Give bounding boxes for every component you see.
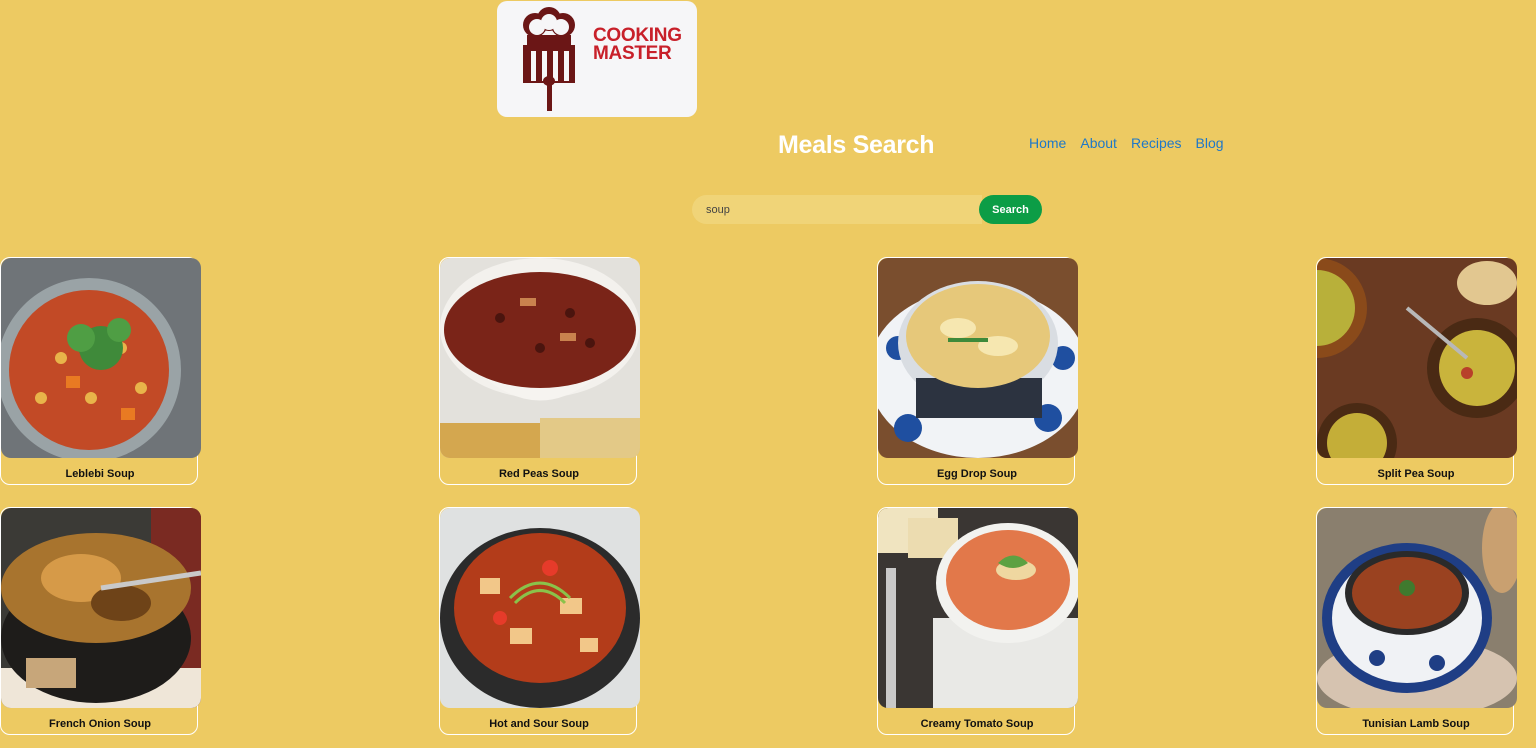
search-input[interactable] bbox=[692, 195, 986, 224]
page-title: Meals Search bbox=[778, 131, 935, 159]
meal-card-french-onion-soup[interactable]: French Onion Soup bbox=[0, 507, 201, 735]
meal-image bbox=[440, 508, 640, 708]
meal-image bbox=[878, 508, 1078, 708]
meal-image bbox=[1, 258, 201, 458]
meal-name: Creamy Tomato Soup bbox=[920, 718, 1034, 730]
meal-name: Tunisian Lamb Soup bbox=[1362, 718, 1470, 730]
meal-name: Leblebi Soup bbox=[65, 468, 135, 480]
search-box bbox=[692, 195, 986, 224]
meal-name: Split Pea Soup bbox=[1377, 468, 1455, 480]
meal-image bbox=[878, 258, 1078, 458]
logo-text-line2: MASTER bbox=[593, 43, 672, 64]
meal-card-egg-drop-soup[interactable]: Egg Drop Soup bbox=[877, 257, 1078, 485]
logo-text: COOKING MASTER bbox=[593, 26, 682, 64]
nav-about[interactable]: About bbox=[1080, 135, 1117, 151]
meal-card-hot-and-sour-soup[interactable]: Hot and Sour Soup bbox=[439, 507, 640, 735]
meal-image bbox=[440, 258, 640, 458]
meal-card-leblebi-soup[interactable]: Leblebi Soup bbox=[0, 257, 201, 485]
main-nav: Home About Recipes Blog bbox=[1029, 135, 1224, 151]
meal-name: Egg Drop Soup bbox=[936, 468, 1018, 480]
meal-name: Red Peas Soup bbox=[498, 468, 580, 480]
meal-card-creamy-tomato-soup[interactable]: Creamy Tomato Soup bbox=[877, 507, 1078, 735]
meal-name: French Onion Soup bbox=[48, 718, 152, 730]
meal-image bbox=[1, 508, 201, 708]
meal-card-red-peas-soup[interactable]: Red Peas Soup bbox=[439, 257, 640, 485]
search-button[interactable]: Search bbox=[979, 195, 1042, 224]
meal-image bbox=[1317, 508, 1517, 708]
meal-card-split-pea-soup[interactable]: Split Pea Soup bbox=[1316, 257, 1517, 485]
meal-card-tunisian-lamb-soup[interactable]: Tunisian Lamb Soup bbox=[1316, 507, 1517, 735]
nav-blog[interactable]: Blog bbox=[1196, 135, 1224, 151]
nav-recipes[interactable]: Recipes bbox=[1131, 135, 1182, 151]
site-logo[interactable]: COOKING MASTER bbox=[497, 1, 697, 117]
nav-home[interactable]: Home bbox=[1029, 135, 1066, 151]
meal-name: Hot and Sour Soup bbox=[489, 718, 589, 730]
meal-image bbox=[1317, 258, 1517, 458]
page: COOKING MASTER Meals Search Home About R… bbox=[0, 0, 1536, 748]
